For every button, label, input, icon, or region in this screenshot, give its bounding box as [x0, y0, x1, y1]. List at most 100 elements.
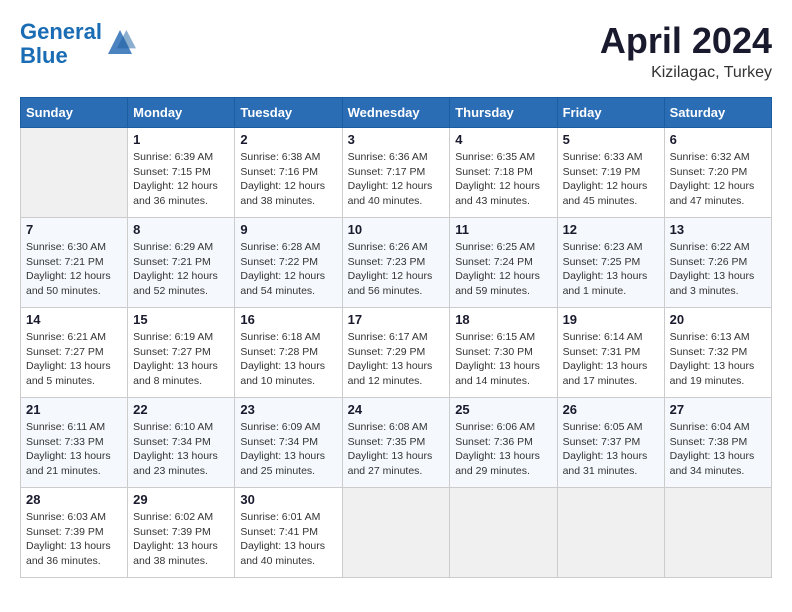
day-info: Sunrise: 6:18 AMSunset: 7:28 PMDaylight:… — [240, 330, 336, 389]
weekday-header: Monday — [128, 98, 235, 128]
day-number: 18 — [455, 312, 551, 327]
day-number: 27 — [670, 402, 766, 417]
day-number: 24 — [348, 402, 445, 417]
day-info: Sunrise: 6:19 AMSunset: 7:27 PMDaylight:… — [133, 330, 229, 389]
day-number: 17 — [348, 312, 445, 327]
day-info: Sunrise: 6:11 AMSunset: 7:33 PMDaylight:… — [26, 420, 122, 479]
calendar-cell: 26 Sunrise: 6:05 AMSunset: 7:37 PMDayligh… — [557, 398, 664, 488]
day-info: Sunrise: 6:26 AMSunset: 7:23 PMDaylight:… — [348, 240, 445, 299]
weekday-header: Saturday — [664, 98, 771, 128]
calendar-cell: 25 Sunrise: 6:06 AMSunset: 7:36 PMDayligh… — [450, 398, 557, 488]
day-info: Sunrise: 6:30 AMSunset: 7:21 PMDaylight:… — [26, 240, 122, 299]
calendar-cell: 3Sunrise: 6:36 AMSunset: 7:17 PMDaylight… — [342, 128, 450, 218]
day-info: Sunrise: 6:29 AMSunset: 7:21 PMDaylight:… — [133, 240, 229, 299]
day-info: Sunrise: 6:09 AMSunset: 7:34 PMDaylight:… — [240, 420, 336, 479]
calendar-table: SundayMondayTuesdayWednesdayThursdayFrid… — [20, 97, 772, 578]
calendar-cell: 27 Sunrise: 6:04 AMSunset: 7:38 PMDayligh… — [664, 398, 771, 488]
day-number: 4 — [455, 132, 551, 147]
calendar-cell — [664, 488, 771, 578]
day-number: 14 — [26, 312, 122, 327]
day-info: Sunrise: 6:28 AMSunset: 7:22 PMDaylight:… — [240, 240, 336, 299]
day-number: 2 — [240, 132, 336, 147]
day-info: Sunrise: 6:21 AMSunset: 7:27 PMDaylight:… — [26, 330, 122, 389]
weekday-header: Tuesday — [235, 98, 342, 128]
day-info: Sunrise: 6:03 AMSunset: 7:39 PMDaylight:… — [26, 510, 122, 569]
calendar-cell — [21, 128, 128, 218]
day-info: Sunrise: 6:36 AMSunset: 7:17 PMDaylight:… — [348, 150, 445, 209]
header-row: SundayMondayTuesdayWednesdayThursdayFrid… — [21, 98, 772, 128]
calendar-cell: 13Sunrise: 6:22 AMSunset: 7:26 PMDayligh… — [664, 218, 771, 308]
weekday-header: Wednesday — [342, 98, 450, 128]
calendar-cell: 2 Sunrise: 6:38 AMSunset: 7:16 PMDaylight… — [235, 128, 342, 218]
day-info: Sunrise: 6:02 AMSunset: 7:39 PMDaylight:… — [133, 510, 229, 569]
logo: GeneralBlue — [20, 20, 136, 68]
calendar-week-row: 14 Sunrise: 6:21 AMSunset: 7:27 PMDayligh… — [21, 308, 772, 398]
calendar-cell: 29 Sunrise: 6:02 AMSunset: 7:39 PMDayligh… — [128, 488, 235, 578]
logo-icon — [104, 26, 136, 58]
calendar-cell: 21Sunrise: 6:11 AMSunset: 7:33 PMDayligh… — [21, 398, 128, 488]
calendar-cell: 8 Sunrise: 6:29 AMSunset: 7:21 PMDaylight… — [128, 218, 235, 308]
calendar-cell: 11 Sunrise: 6:25 AMSunset: 7:24 PMDayligh… — [450, 218, 557, 308]
calendar-cell: 12Sunrise: 6:23 AMSunset: 7:25 PMDayligh… — [557, 218, 664, 308]
day-info: Sunrise: 6:06 AMSunset: 7:36 PMDaylight:… — [455, 420, 551, 479]
day-number: 6 — [670, 132, 766, 147]
calendar-cell: 15 Sunrise: 6:19 AMSunset: 7:27 PMDayligh… — [128, 308, 235, 398]
calendar-cell: 7 Sunrise: 6:30 AMSunset: 7:21 PMDaylight… — [21, 218, 128, 308]
day-number: 13 — [670, 222, 766, 237]
day-number: 15 — [133, 312, 229, 327]
calendar-cell: 24 Sunrise: 6:08 AMSunset: 7:35 PMDayligh… — [342, 398, 450, 488]
calendar-week-row: 28 Sunrise: 6:03 AMSunset: 7:39 PMDayligh… — [21, 488, 772, 578]
calendar-cell: 14 Sunrise: 6:21 AMSunset: 7:27 PMDayligh… — [21, 308, 128, 398]
day-number: 5 — [563, 132, 659, 147]
page-header: GeneralBlue April 2024 Kizilagac, Turkey — [20, 20, 772, 82]
day-number: 11 — [455, 222, 551, 237]
calendar-cell: 23Sunrise: 6:09 AMSunset: 7:34 PMDayligh… — [235, 398, 342, 488]
day-info: Sunrise: 6:10 AMSunset: 7:34 PMDaylight:… — [133, 420, 229, 479]
day-info: Sunrise: 6:17 AMSunset: 7:29 PMDaylight:… — [348, 330, 445, 389]
day-info: Sunrise: 6:15 AMSunset: 7:30 PMDaylight:… — [455, 330, 551, 389]
calendar-cell: 20Sunrise: 6:13 AMSunset: 7:32 PMDayligh… — [664, 308, 771, 398]
day-number: 7 — [26, 222, 122, 237]
day-number: 25 — [455, 402, 551, 417]
calendar-cell: 18 Sunrise: 6:15 AMSunset: 7:30 PMDayligh… — [450, 308, 557, 398]
calendar-cell: 22 Sunrise: 6:10 AMSunset: 7:34 PMDayligh… — [128, 398, 235, 488]
day-info: Sunrise: 6:35 AMSunset: 7:18 PMDaylight:… — [455, 150, 551, 209]
day-number: 22 — [133, 402, 229, 417]
month-title: April 2024 — [600, 20, 772, 62]
logo-text: GeneralBlue — [20, 20, 102, 68]
day-info: Sunrise: 6:23 AMSunset: 7:25 PMDaylight:… — [563, 240, 659, 299]
day-info: Sunrise: 6:33 AMSunset: 7:19 PMDaylight:… — [563, 150, 659, 209]
calendar-cell: 5 Sunrise: 6:33 AMSunset: 7:19 PMDaylight… — [557, 128, 664, 218]
day-info: Sunrise: 6:04 AMSunset: 7:38 PMDaylight:… — [670, 420, 766, 479]
calendar-cell — [557, 488, 664, 578]
calendar-cell: 1 Sunrise: 6:39 AMSunset: 7:15 PMDaylight… — [128, 128, 235, 218]
calendar-cell — [450, 488, 557, 578]
weekday-header: Sunday — [21, 98, 128, 128]
calendar-cell: 4 Sunrise: 6:35 AMSunset: 7:18 PMDaylight… — [450, 128, 557, 218]
calendar-cell: 10 Sunrise: 6:26 AMSunset: 7:23 PMDayligh… — [342, 218, 450, 308]
day-number: 29 — [133, 492, 229, 507]
day-info: Sunrise: 6:39 AMSunset: 7:15 PMDaylight:… — [133, 150, 229, 209]
day-number: 10 — [348, 222, 445, 237]
day-info: Sunrise: 6:25 AMSunset: 7:24 PMDaylight:… — [455, 240, 551, 299]
day-number: 26 — [563, 402, 659, 417]
day-number: 20 — [670, 312, 766, 327]
weekday-header: Thursday — [450, 98, 557, 128]
calendar-cell: 6 Sunrise: 6:32 AMSunset: 7:20 PMDaylight… — [664, 128, 771, 218]
day-number: 19 — [563, 312, 659, 327]
day-info: Sunrise: 6:14 AMSunset: 7:31 PMDaylight:… — [563, 330, 659, 389]
day-info: Sunrise: 6:32 AMSunset: 7:20 PMDaylight:… — [670, 150, 766, 209]
calendar-cell: 16Sunrise: 6:18 AMSunset: 7:28 PMDayligh… — [235, 308, 342, 398]
day-info: Sunrise: 6:38 AMSunset: 7:16 PMDaylight:… — [240, 150, 336, 209]
day-info: Sunrise: 6:05 AMSunset: 7:37 PMDaylight:… — [563, 420, 659, 479]
calendar-cell — [342, 488, 450, 578]
day-number: 8 — [133, 222, 229, 237]
day-number: 28 — [26, 492, 122, 507]
day-info: Sunrise: 6:01 AMSunset: 7:41 PMDaylight:… — [240, 510, 336, 569]
day-number: 30 — [240, 492, 336, 507]
calendar-week-row: 21Sunrise: 6:11 AMSunset: 7:33 PMDayligh… — [21, 398, 772, 488]
calendar-cell: 9 Sunrise: 6:28 AMSunset: 7:22 PMDaylight… — [235, 218, 342, 308]
day-info: Sunrise: 6:08 AMSunset: 7:35 PMDaylight:… — [348, 420, 445, 479]
day-number: 9 — [240, 222, 336, 237]
day-number: 1 — [133, 132, 229, 147]
